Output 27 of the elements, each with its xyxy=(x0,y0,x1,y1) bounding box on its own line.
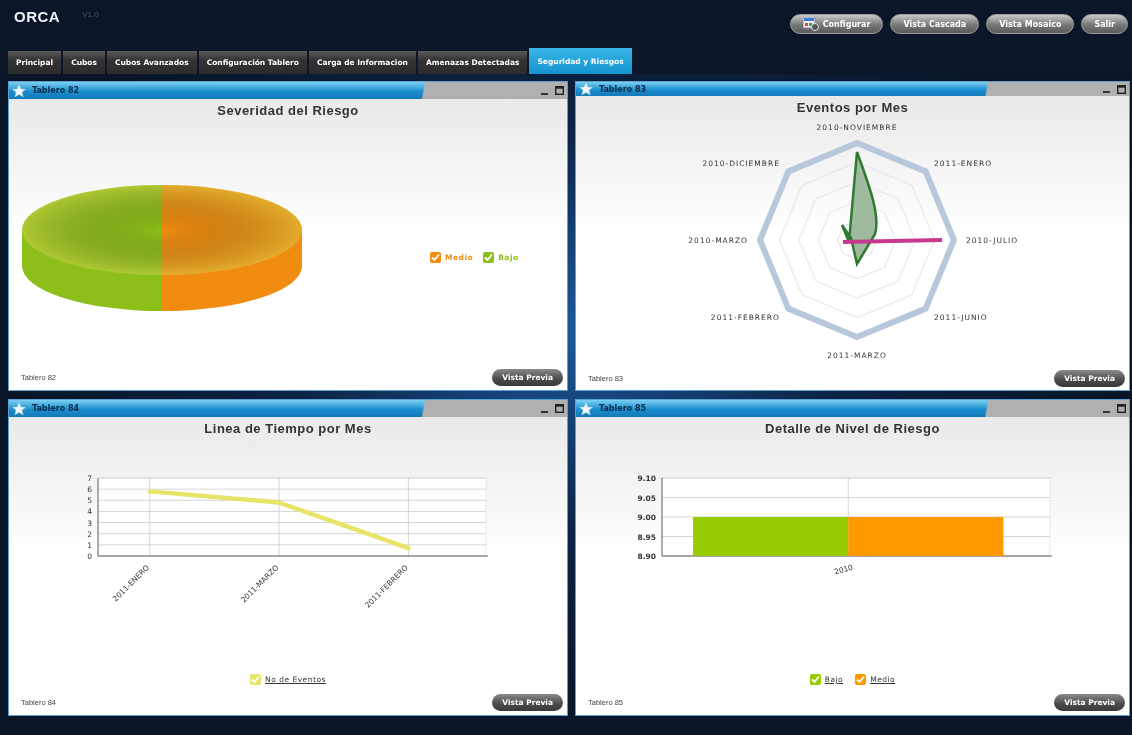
star-icon xyxy=(579,401,593,416)
header-button[interactable]: Salir xyxy=(1081,14,1128,34)
legend-checkbox[interactable] xyxy=(430,252,441,263)
legend-checkbox[interactable] xyxy=(250,674,262,685)
star-icon xyxy=(12,83,26,98)
header-button[interactable]: Vista Mosaico xyxy=(986,14,1075,34)
chart-title: Severidad del Riesgo xyxy=(216,102,360,118)
legend-checkbox[interactable] xyxy=(855,674,867,685)
panel-title: Tablero 84 xyxy=(32,404,80,413)
settings-icon xyxy=(802,17,819,31)
panel-title: Tablero 83 xyxy=(599,84,647,94)
chart-title: Eventos por Mes xyxy=(795,99,910,115)
chart-title: Linea de Tiempo por Mes xyxy=(203,420,373,436)
header-button[interactable]: Configurar xyxy=(789,14,884,34)
panel-title: Tablero 82 xyxy=(32,86,80,95)
panel-title: Tablero 85 xyxy=(599,404,647,413)
maximize-icon[interactable] xyxy=(555,86,564,95)
maximize-icon[interactable] xyxy=(1117,404,1126,413)
star-icon xyxy=(579,82,593,96)
maximize-icon[interactable] xyxy=(555,404,564,413)
star-icon xyxy=(12,401,26,416)
legend-checkbox[interactable] xyxy=(809,674,821,685)
header-button[interactable]: Vista Cascada xyxy=(890,14,980,34)
legend-checkbox[interactable] xyxy=(483,252,495,263)
maximize-icon[interactable] xyxy=(1117,84,1126,94)
logo: ORCA xyxy=(14,8,61,25)
chart-title: Detalle de Nivel de Riesgo xyxy=(764,420,941,436)
